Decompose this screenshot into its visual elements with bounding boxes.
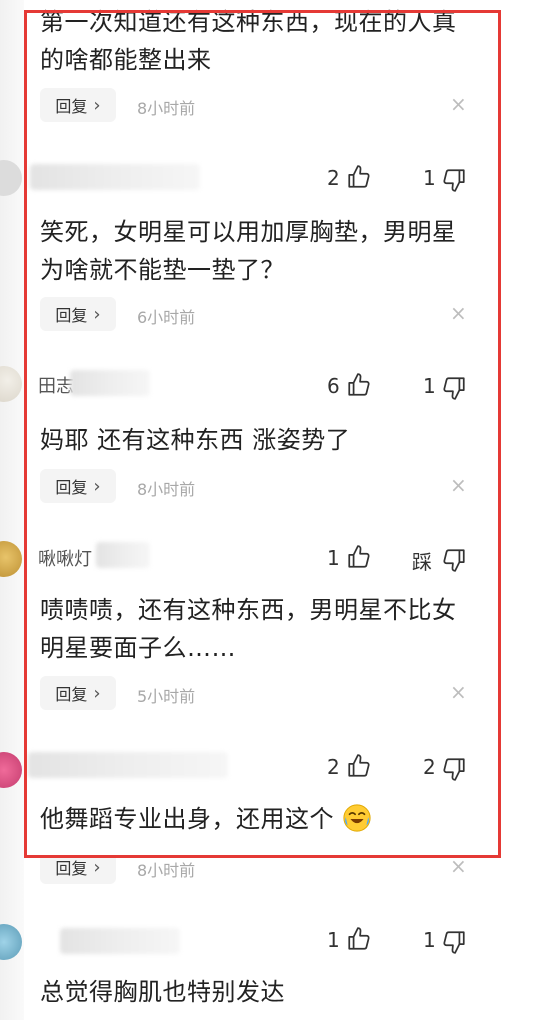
chevron-right-icon: › bbox=[93, 94, 101, 116]
comment-text-line: 第一次知道还有这种东西，现在的人真 bbox=[40, 8, 457, 36]
close-icon[interactable]: × bbox=[450, 92, 467, 116]
dislike-count: 1 bbox=[423, 374, 436, 398]
username: 啾啾灯 bbox=[38, 549, 92, 570]
thumbs-up-icon[interactable] bbox=[346, 164, 372, 190]
reply-button[interactable]: 回复 › bbox=[40, 88, 116, 122]
comment-text: 他舞蹈专业出身，还用这个 bbox=[40, 805, 334, 833]
reply-button[interactable]: 回复 › bbox=[40, 297, 116, 331]
comment-text-line: 笑死，女明星可以用加厚胸垫，男明星 bbox=[40, 218, 457, 246]
chevron-right-icon: › bbox=[93, 682, 101, 704]
thumbs-up-icon[interactable] bbox=[346, 926, 372, 952]
blurred-username bbox=[60, 928, 180, 954]
chevron-right-icon: › bbox=[93, 475, 101, 497]
like-count: 2 bbox=[327, 755, 340, 779]
comment-time: 8小时前 bbox=[137, 861, 196, 880]
like-count: 1 bbox=[327, 546, 340, 570]
thumbs-up-icon[interactable] bbox=[346, 372, 372, 398]
thumbs-down-icon[interactable] bbox=[441, 167, 467, 193]
comment-text-line: 他舞蹈专业出身，还用这个 bbox=[40, 801, 372, 837]
reply-label: 回复 bbox=[55, 97, 88, 116]
reply-button[interactable]: 回复 › bbox=[40, 469, 116, 503]
comment-time: 5小时前 bbox=[137, 687, 196, 706]
crying-laughing-emoji bbox=[343, 804, 371, 832]
comment-text-line: 妈耶 还有这种东西 涨姿势了 bbox=[40, 426, 351, 454]
like-count: 1 bbox=[327, 928, 340, 952]
reply-button[interactable]: 回复 › bbox=[40, 676, 116, 710]
close-icon[interactable]: × bbox=[450, 680, 467, 704]
thumbs-down-icon[interactable] bbox=[441, 756, 467, 782]
comment-text-line: 总觉得胸肌也特别发达 bbox=[40, 978, 285, 1006]
comment-text-line: 明星要面子么…… bbox=[40, 634, 236, 662]
blurred-username bbox=[96, 542, 150, 568]
reply-label: 回复 bbox=[55, 685, 88, 704]
comment-text-line: 的啥都能整出来 bbox=[40, 46, 212, 74]
blurred-username bbox=[28, 752, 228, 778]
dislike-count: 2 bbox=[423, 755, 436, 779]
reply-label: 回复 bbox=[55, 306, 88, 325]
comment-text-line: 啧啧啧，还有这种东西，男明星不比女 bbox=[40, 596, 457, 624]
like-count: 2 bbox=[327, 166, 340, 190]
close-icon[interactable]: × bbox=[450, 301, 467, 325]
dislike-label: 踩 bbox=[412, 550, 432, 574]
dislike-count: 1 bbox=[423, 166, 436, 190]
left-edge-strip bbox=[0, 0, 24, 1020]
chevron-right-icon: › bbox=[93, 856, 101, 878]
comment-time: 8小时前 bbox=[137, 99, 196, 118]
comment-time: 6小时前 bbox=[137, 308, 196, 327]
thumbs-down-icon[interactable] bbox=[441, 375, 467, 401]
reply-button[interactable]: 回复 › bbox=[40, 856, 116, 884]
close-icon[interactable]: × bbox=[450, 854, 467, 878]
thumbs-down-icon[interactable] bbox=[441, 547, 467, 573]
comment-text-line: 为啥就不能垫一垫了？ bbox=[40, 256, 285, 284]
thumbs-up-icon[interactable] bbox=[346, 544, 372, 570]
blurred-username bbox=[30, 164, 200, 190]
blurred-username bbox=[70, 370, 150, 396]
thumbs-up-icon[interactable] bbox=[346, 753, 372, 779]
chevron-right-icon: › bbox=[93, 303, 101, 325]
username: 田志 bbox=[38, 376, 74, 397]
thumbs-down-icon[interactable] bbox=[441, 929, 467, 955]
close-icon[interactable]: × bbox=[450, 473, 467, 497]
reply-label: 回复 bbox=[55, 478, 88, 497]
reply-label: 回复 bbox=[55, 859, 88, 878]
like-count: 6 bbox=[327, 374, 340, 398]
dislike-count: 1 bbox=[423, 928, 436, 952]
comment-time: 8小时前 bbox=[137, 480, 196, 499]
